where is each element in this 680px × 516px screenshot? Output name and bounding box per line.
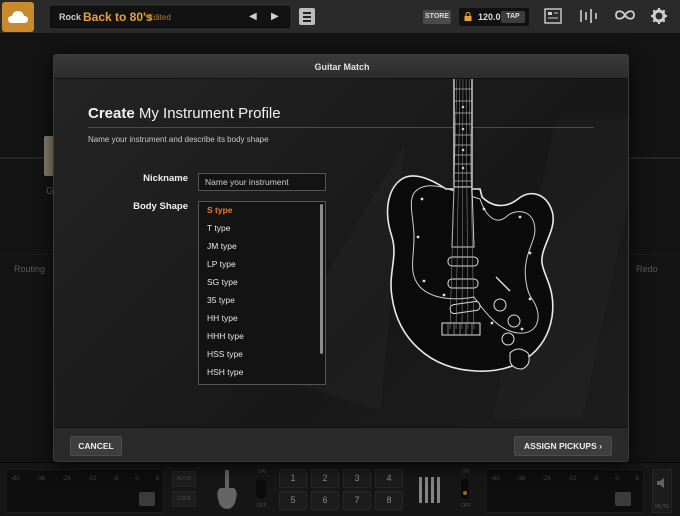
body-shape-option[interactable]: HSH type <box>207 367 243 377</box>
heading-bold: Create <box>88 105 135 122</box>
dialog-footer: CANCEL ASSIGN PICKUPS › <box>54 427 628 461</box>
tempo-value[interactable]: 120.0 <box>478 12 501 22</box>
body-shape-option[interactable]: HSS type <box>207 349 243 359</box>
top-toolbar: Rock Back to 80's *Edited ◀ ▶ STORE 120.… <box>0 0 680 34</box>
menu-icon[interactable] <box>299 8 315 25</box>
assign-pickups-button[interactable]: ASSIGN PICKUPS › <box>514 436 612 456</box>
cancel-button[interactable]: CANCEL <box>70 436 122 456</box>
preset-name: Back to 80's <box>83 10 153 24</box>
preset-next-icon[interactable]: ▶ <box>271 11 279 22</box>
body-shape-option[interactable]: LP type <box>207 259 236 269</box>
list-scrollbar[interactable] <box>320 204 323 354</box>
heading-rest: My Instrument Profile <box>134 105 281 122</box>
dialog-subtitle: Name your instrument and describe its bo… <box>88 135 269 144</box>
body-shape-list[interactable]: S type T type JM type LP type SG type 35… <box>198 201 326 385</box>
body-shape-option[interactable]: HH type <box>207 313 238 323</box>
preset-genre: Rock <box>59 12 82 22</box>
loop-icon[interactable] <box>614 8 636 22</box>
body-shape-label: Body Shape <box>133 201 188 212</box>
tap-tempo-button[interactable]: TAP <box>501 11 525 23</box>
body-shape-option[interactable]: S type <box>207 205 233 215</box>
gear-icon[interactable] <box>651 8 667 24</box>
preset-prev-icon[interactable]: ◀ <box>249 11 257 22</box>
tuner-icon[interactable] <box>578 8 598 24</box>
dialog-header: Guitar Match <box>54 55 628 79</box>
body-shape-option[interactable]: 35 type <box>207 295 235 305</box>
dialog-title: Guitar Match <box>314 62 370 72</box>
guitar-match-dialog: Guitar Match Create My Instrument Profil… <box>53 54 629 462</box>
dialog-body: Create My Instrument Profile Name your i… <box>54 79 628 427</box>
store-button[interactable]: STORE <box>423 10 451 24</box>
preset-selector[interactable]: Rock Back to 80's *Edited ◀ ▶ <box>50 6 290 28</box>
preset-edited-badge: *Edited <box>145 13 171 22</box>
lock-icon[interactable] <box>464 12 472 21</box>
guitar-outline-icon <box>386 79 555 372</box>
nickname-label: Nickname <box>143 173 188 184</box>
body-shape-option[interactable]: SG type <box>207 277 238 287</box>
nickname-input[interactable] <box>198 173 326 191</box>
body-shape-option[interactable]: HHH type <box>207 331 244 341</box>
body-shape-option[interactable]: JM type <box>207 241 237 251</box>
body-shape-option[interactable]: T type <box>207 223 230 233</box>
tempo-control[interactable]: 120.0 TAP <box>459 8 529 26</box>
cloud-logo-icon[interactable] <box>2 2 34 32</box>
dialog-heading: Create My Instrument Profile <box>88 105 281 122</box>
setlist-icon[interactable] <box>544 8 562 24</box>
app-window: Rock Back to 80's *Edited ◀ ▶ STORE 120.… <box>0 0 680 516</box>
